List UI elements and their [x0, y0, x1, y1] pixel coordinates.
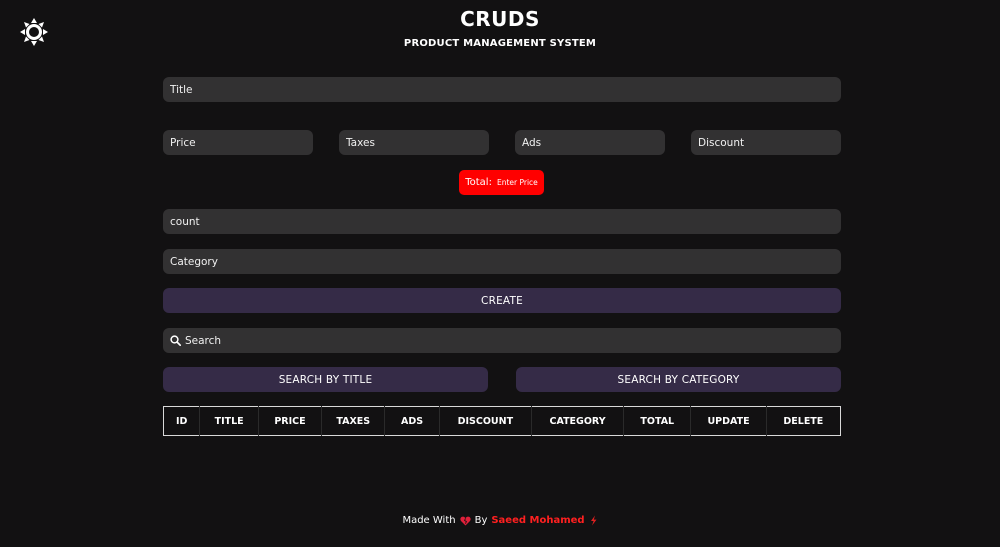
create-button[interactable]: CREATE [163, 288, 841, 313]
column-header-update: UPDATE [690, 406, 767, 436]
page-subtitle: PRODUCT MANAGEMENT SYSTEM [403, 38, 597, 49]
column-header-category: CATEGORY [531, 406, 625, 436]
heart-icon [459, 516, 471, 526]
table-header-row: ID TITLE PRICE TAXES ADS DISCOUNT CATEGO… [163, 406, 841, 436]
products-table: ID TITLE PRICE TAXES ADS DISCOUNT CATEGO… [163, 406, 841, 436]
column-header-id: ID [163, 406, 201, 436]
lightning-icon [589, 515, 598, 526]
total-label: Total: [465, 177, 492, 188]
discount-input[interactable] [691, 130, 841, 155]
count-input[interactable] [163, 209, 841, 234]
column-header-ads: ADS [384, 406, 440, 436]
total-badge: Total: Enter Price [459, 170, 544, 195]
search-icon [170, 335, 181, 346]
footer-by: By [474, 515, 488, 526]
total-value: Enter Price [496, 178, 538, 187]
price-input[interactable] [163, 130, 313, 155]
search-box[interactable] [163, 328, 841, 353]
column-header-total: TOTAL [623, 406, 692, 436]
category-input[interactable] [163, 249, 841, 274]
taxes-input[interactable] [339, 130, 489, 155]
column-header-delete: DELETE [766, 406, 841, 436]
column-header-discount: DISCOUNT [439, 406, 532, 436]
ads-input[interactable] [515, 130, 665, 155]
column-header-title: TITLE [199, 406, 259, 436]
title-input[interactable] [163, 77, 841, 102]
column-header-price: PRICE [258, 406, 323, 436]
search-by-title-button[interactable]: SEARCH BY TITLE [163, 367, 488, 392]
footer-made-with: Made With [402, 515, 456, 526]
footer: Made With By Saeed Mohamed [0, 515, 1000, 526]
author-name: Saeed Mohamed [491, 515, 585, 526]
search-input[interactable] [181, 334, 841, 347]
search-by-category-button[interactable]: SEARCH BY CATEGORY [516, 367, 841, 392]
page-title: CRUDS [460, 7, 540, 31]
column-header-taxes: TAXES [321, 406, 386, 436]
